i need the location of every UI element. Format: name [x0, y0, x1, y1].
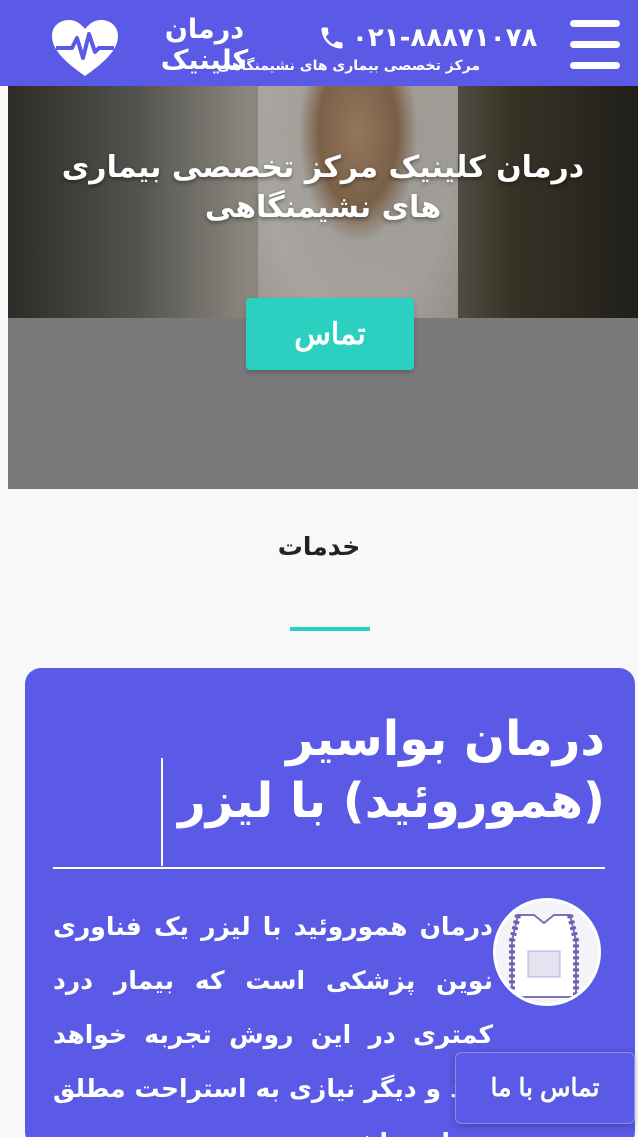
service-card-description: درمان هموروئید با لیزر یک فناوری نوین پز… — [53, 912, 493, 1137]
site-header: ۰۲۱-۸۸۸۷۱۰۷۸ درمان کلینیک مرکز تخصصی بیم… — [0, 0, 638, 86]
phone-number: ۰۲۱-۸۸۸۷۱۰۷۸ — [352, 23, 538, 53]
hamburger-icon[interactable] — [570, 20, 620, 70]
contact-cta-button[interactable]: تماس — [246, 298, 414, 370]
card-vertical-divider — [161, 758, 163, 866]
brand-tagline: مرکز تخصصی بیماری های نشیمنگاهی — [217, 58, 480, 74]
phone-link[interactable]: ۰۲۱-۸۸۸۷۱۰۷۸ — [318, 18, 548, 58]
card-horizontal-divider — [53, 867, 605, 869]
garment-icon — [496, 901, 598, 1003]
service-card-title[interactable]: درمان بواسیر (هموروئید) با لیزر — [165, 708, 605, 832]
floating-contact-button[interactable]: تماس با ما — [455, 1052, 635, 1124]
hero-section: درمان کلینیک مرکز تخصصی بیماری های نشیمن… — [8, 86, 638, 489]
services-title: خدمات — [277, 532, 361, 561]
hero-title: درمان کلینیک مرکز تخصصی بیماری های نشیمن… — [61, 150, 585, 225]
heart-pulse-icon[interactable] — [50, 18, 120, 78]
phone-icon — [321, 27, 343, 49]
service-thumbnail[interactable] — [493, 898, 601, 1006]
services-divider — [290, 627, 370, 631]
